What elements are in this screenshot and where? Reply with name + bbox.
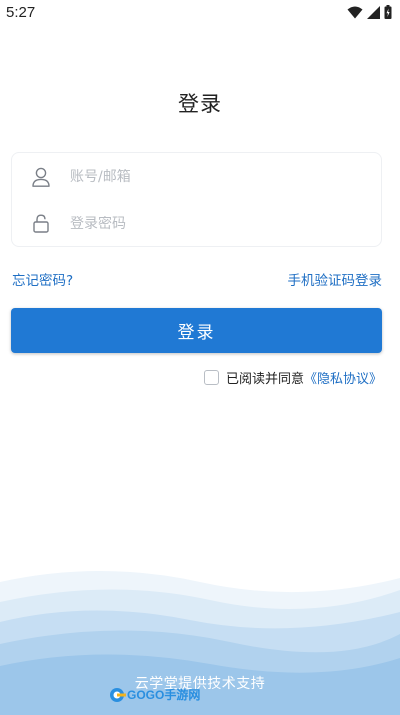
login-button[interactable]: 登录 — [11, 308, 382, 353]
status-bar: 5:27 — [0, 0, 400, 24]
page-title: 登录 — [178, 92, 222, 116]
password-input[interactable] — [70, 215, 350, 232]
account-input[interactable] — [70, 168, 350, 185]
battery-icon — [384, 5, 392, 19]
privacy-policy-link[interactable]: 《隐私协议》 — [304, 368, 382, 387]
agreement-row: 已阅读并同意 《隐私协议》 — [203, 368, 382, 387]
wifi-icon — [347, 6, 363, 18]
gogo-logo-icon — [110, 687, 126, 702]
account-row — [12, 153, 381, 200]
login-form — [11, 152, 382, 247]
password-row — [12, 200, 381, 247]
agreement-checkbox[interactable] — [203, 370, 219, 385]
agreement-text: 已阅读并同意 — [225, 372, 304, 387]
status-icons — [347, 5, 392, 19]
lock-icon — [12, 214, 70, 233]
status-time: 5:27 — [6, 3, 36, 21]
watermark-logo: GOGO手游网 — [109, 686, 200, 703]
watermark-text: GOGO手游网 — [127, 688, 201, 702]
signal-icon — [367, 5, 380, 19]
forgot-password-link[interactable]: 忘记密码? — [12, 269, 73, 289]
user-icon — [12, 167, 70, 187]
sms-login-link[interactable]: 手机验证码登录 — [288, 269, 383, 289]
